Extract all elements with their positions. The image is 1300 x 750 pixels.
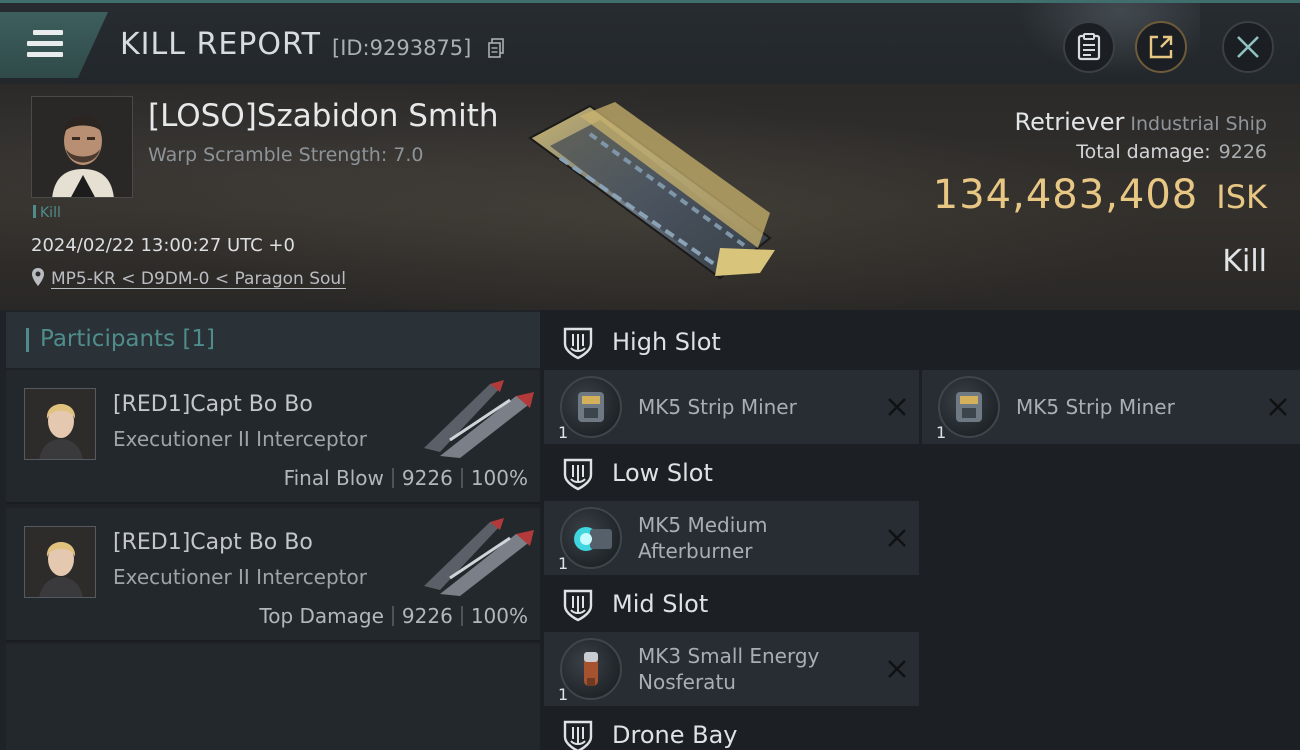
participants-empty-area [6, 644, 540, 750]
module-name: MK5 Medium Afterburner [638, 512, 767, 564]
energy-nosferatu-icon [560, 638, 622, 700]
module-name-line1: MK5 Medium [638, 513, 768, 537]
participant-row[interactable]: [RED1]Capt Bo Bo Executioner II Intercep… [6, 370, 540, 504]
module-name: MK3 Small Energy Nosferatu [638, 643, 819, 695]
warp-scramble-strength: Warp Scramble Strength: 7.0 [148, 144, 424, 166]
clipboard-icon [1077, 33, 1101, 61]
report-id: [ID:9293875] [332, 36, 472, 60]
afterburner-icon [560, 507, 622, 569]
shield-icon [563, 327, 593, 360]
victim-avatar[interactable] [31, 96, 133, 198]
destroyed-x-icon [1269, 398, 1287, 416]
ship-name: Retriever [1014, 108, 1125, 136]
participant-damage: 9226 [401, 466, 453, 490]
participant-avatar [24, 388, 96, 460]
participant-stats: Top Damage 9226 100% [259, 604, 528, 628]
module-item[interactable]: 1 MK5 Strip Miner [544, 370, 919, 444]
module-name: MK5 Strip Miner [638, 395, 797, 419]
location-pin-icon [32, 268, 44, 286]
clipboard-button[interactable] [1063, 21, 1115, 73]
participant-stats: Final Blow 9226 100% [284, 466, 528, 490]
participant-percent: 100% [470, 466, 528, 490]
mid-slot-title: Mid Slot [612, 590, 709, 618]
hamburger-icon [27, 30, 63, 60]
module-item[interactable]: 1 MK5 Strip Miner [922, 370, 1300, 444]
total-damage-label: Total damage: [1076, 141, 1211, 163]
kill-location-link[interactable]: MP5-KR < D9DM-0 < Paragon Soul [31, 267, 346, 289]
victim-panel: [LOSO]Szabidon Smith Warp Scramble Stren… [0, 84, 1300, 310]
isk-unit: ISK [1216, 178, 1267, 216]
drone-bay-header: Drone Bay [544, 707, 1300, 750]
participant-ship: Executioner II Interceptor [113, 565, 367, 589]
participant-role: Top Damage [259, 604, 384, 628]
low-slot-header: Low Slot [544, 445, 1300, 501]
participant-avatar [24, 526, 96, 598]
strip-miner-icon [560, 376, 622, 438]
module-name: MK5 Strip Miner [1016, 395, 1175, 419]
location-text: MP5-KR < D9DM-0 < Paragon Soul [51, 269, 346, 289]
participants-panel: Participants [1] [RED1]Capt Bo Bo Execut… [0, 310, 540, 750]
module-item[interactable]: 1 MK3 Small Energy Nosferatu [544, 632, 919, 706]
fitting-panel: High Slot 1 MK5 Strip Miner 1 MK5 Strip … [540, 310, 1300, 750]
ship-class: Industrial Ship [1130, 113, 1267, 135]
drone-bay-title: Drone Bay [612, 721, 738, 749]
participant-name: [RED1]Capt Bo Bo [113, 392, 313, 417]
kill-tag: Kill [33, 205, 61, 221]
victim-name: [LOSO]Szabidon Smith [148, 98, 499, 134]
shield-icon [563, 458, 593, 491]
destroyed-x-icon [888, 660, 906, 678]
share-icon [1149, 35, 1173, 59]
isk-line: 134,483,408 ISK [933, 172, 1267, 218]
module-name-line2: Afterburner [638, 539, 753, 563]
total-damage-value: 9226 [1218, 141, 1267, 163]
ship-name-line: Retriever Industrial Ship [1014, 108, 1267, 136]
page-title: KILL REPORT [120, 27, 321, 62]
low-slot-title: Low Slot [612, 459, 713, 487]
shield-icon [563, 720, 593, 750]
module-name-line2: Nosferatu [638, 670, 736, 694]
share-button[interactable] [1135, 21, 1187, 73]
participant-damage: 9226 [401, 604, 453, 628]
victim-ship-image [528, 102, 775, 280]
module-quantity: 1 [558, 554, 569, 573]
participant-name: [RED1]Capt Bo Bo [113, 530, 313, 555]
participant-ship-image [424, 518, 534, 596]
participant-ship: Executioner II Interceptor [113, 427, 367, 451]
participants-header: Participants [1] [6, 312, 540, 368]
mid-slot-header: Mid Slot [544, 576, 1300, 632]
strip-miner-icon [938, 376, 1000, 438]
participant-percent: 100% [470, 604, 528, 628]
top-bar: KILL REPORT [ID:9293875] [0, 0, 1300, 87]
copy-icon[interactable] [488, 38, 504, 58]
module-name-line1: MK3 Small Energy [638, 644, 820, 668]
total-damage: Total damage: 9226 [1076, 141, 1267, 163]
module-item[interactable]: 1 MK5 Medium Afterburner [544, 501, 919, 575]
close-icon [1237, 36, 1259, 58]
kill-datetime: 2024/02/22 13:00:27 UTC +0 [31, 235, 295, 256]
high-slot-header: High Slot [544, 314, 1300, 370]
high-slot-title: High Slot [612, 328, 721, 356]
participant-role: Final Blow [283, 466, 384, 490]
result-label: Kill [1222, 244, 1267, 279]
participants-title: Participants [1] [40, 326, 215, 352]
module-quantity: 1 [558, 423, 569, 442]
close-button[interactable] [1222, 21, 1274, 73]
destroyed-x-icon [888, 398, 906, 416]
destroyed-x-icon [888, 529, 906, 547]
isk-value: 134,483,408 [932, 172, 1199, 218]
module-quantity: 1 [936, 423, 947, 442]
menu-button[interactable] [0, 12, 108, 78]
participant-ship-image [424, 380, 534, 458]
module-quantity: 1 [558, 685, 569, 704]
participant-row[interactable]: [RED1]Capt Bo Bo Executioner II Intercep… [6, 508, 540, 642]
shield-icon [563, 589, 593, 622]
